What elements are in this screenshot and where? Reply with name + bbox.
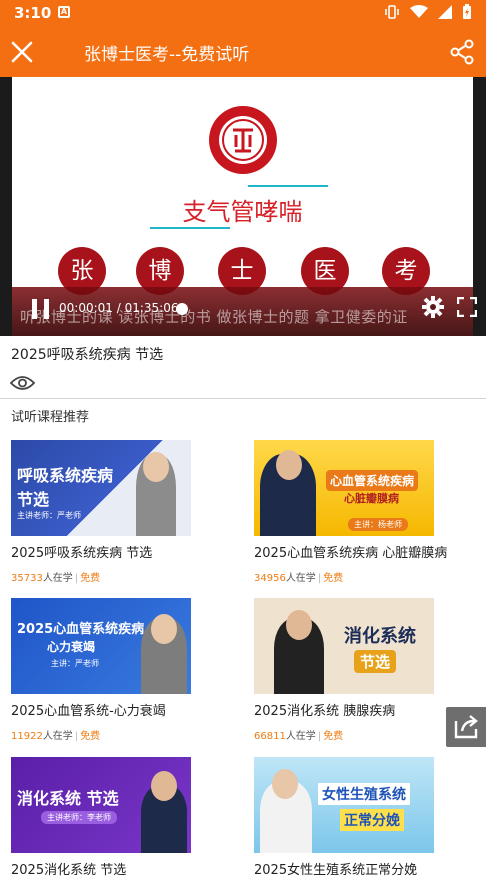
course-thumbnail: 消化系统 节选 bbox=[254, 598, 434, 694]
course-thumbnail: 消化系统 节选 主讲老师：李老师 bbox=[11, 757, 191, 853]
course-title: 2025呼吸系统疾病 节选 bbox=[11, 347, 164, 363]
thumb-title: 心血管系统疾病 bbox=[326, 470, 419, 491]
notification-icon: A bbox=[58, 6, 70, 18]
card-title: 2025消化系统 节选 bbox=[11, 863, 127, 878]
thumb-title: 消化系统 bbox=[344, 626, 416, 647]
external-share-button[interactable] bbox=[446, 707, 486, 747]
thumb-title: 2025心血管系统疾病 bbox=[17, 622, 145, 637]
app-bar: 张博士医考--免费试听 bbox=[0, 27, 486, 77]
teacher-face bbox=[276, 450, 302, 480]
page-title: 张博士医考--免费试听 bbox=[84, 45, 250, 65]
course-card[interactable]: 呼吸系统疾病 节选 主讲老师：严老师 2025呼吸系统疾病 节选 35733人在… bbox=[11, 440, 201, 584]
video-player[interactable]: 支气管哮喘 张 博 士 医 考 听张博士的课 读张博士的书 做张博士的题 拿卫健… bbox=[0, 77, 486, 336]
course-card[interactable]: 消化系统 节选 2025消化系统 胰腺疾病 66811人在学 | 免费 bbox=[254, 598, 444, 742]
playback-time: 00:00:01 / 01:35:06 bbox=[59, 301, 179, 315]
status-icons bbox=[384, 4, 472, 20]
course-card[interactable]: 心血管系统疾病 心脏瓣膜病 主讲：杨老师 2025心血管系统疾病 心脏瓣膜病 3… bbox=[254, 440, 448, 584]
course-thumbnail: 女性生殖系统 正常分娩 bbox=[254, 757, 434, 853]
fullscreen-icon[interactable] bbox=[457, 297, 477, 317]
free-badge: 免费 bbox=[323, 731, 344, 742]
card-title: 2025心血管系统-心力衰竭 bbox=[11, 704, 166, 719]
pause-icon[interactable] bbox=[32, 299, 50, 319]
learner-label: 人在学 bbox=[42, 573, 73, 584]
card-meta: 66811人在学 | 免费 bbox=[254, 731, 344, 742]
teacher-face bbox=[151, 771, 177, 801]
course-card[interactable]: 消化系统 节选 主讲老师：李老师 2025消化系统 节选 bbox=[11, 757, 201, 878]
card-meta: 11922人在学 | 免费 bbox=[11, 731, 101, 742]
course-thumbnail: 呼吸系统疾病 节选 主讲老师：严老师 bbox=[11, 440, 191, 536]
course-thumbnail: 心血管系统疾病 心脏瓣膜病 主讲：杨老师 bbox=[254, 440, 434, 536]
card-title: 2025女性生殖系统正常分娩 bbox=[254, 863, 418, 878]
learner-count: 11922 bbox=[11, 731, 43, 742]
signal-icon bbox=[438, 5, 452, 19]
card-title: 2025消化系统 胰腺疾病 bbox=[254, 704, 396, 719]
thumb-subtitle: 正常分娩 bbox=[340, 809, 404, 831]
status-time: 3:10 bbox=[14, 4, 52, 22]
learner-label: 人在学 bbox=[42, 731, 73, 742]
seek-handle[interactable] bbox=[176, 303, 188, 315]
brand-logo bbox=[209, 106, 277, 174]
learner-count: 34956 bbox=[254, 573, 286, 584]
card-title: 2025心血管系统疾病 心脏瓣膜病 bbox=[254, 546, 448, 561]
thumb-subtitle: 节选 bbox=[17, 490, 50, 509]
teacher-face bbox=[151, 614, 177, 644]
share-icon[interactable] bbox=[448, 38, 476, 66]
teacher-face bbox=[143, 452, 169, 482]
vibrate-icon bbox=[385, 5, 399, 19]
close-icon[interactable] bbox=[8, 38, 36, 66]
video-frame: 支气管哮喘 张 博 士 医 考 听张博士的课 读张博士的书 做张博士的题 拿卫健… bbox=[12, 77, 477, 336]
decorative-line bbox=[248, 185, 328, 187]
divider bbox=[0, 398, 486, 399]
thumb-subtitle: 心力衰竭 bbox=[47, 640, 96, 654]
thumb-teacher: 主讲老师：李老师 bbox=[41, 811, 117, 824]
free-badge: 免费 bbox=[80, 731, 101, 742]
thumb-teacher: 主讲老师：严老师 bbox=[17, 511, 81, 520]
learner-count: 35733 bbox=[11, 573, 43, 584]
card-title: 2025呼吸系统疾病 节选 bbox=[11, 546, 153, 561]
learner-label: 人在学 bbox=[285, 731, 316, 742]
thumb-teacher: 主讲：杨老师 bbox=[348, 518, 408, 531]
eye-icon[interactable] bbox=[10, 373, 35, 393]
learner-label: 人在学 bbox=[285, 573, 316, 584]
card-meta: 35733人在学 | 免费 bbox=[11, 573, 101, 584]
learner-count: 66811 bbox=[254, 731, 286, 742]
course-card[interactable]: 女性生殖系统 正常分娩 2025女性生殖系统正常分娩 bbox=[254, 757, 444, 878]
free-badge: 免费 bbox=[323, 573, 344, 584]
decorative-line bbox=[150, 227, 230, 229]
thumb-title: 消化系统 节选 bbox=[17, 789, 119, 808]
thumb-subtitle: 心脏瓣膜病 bbox=[344, 492, 399, 505]
status-bar: 3:10 A bbox=[0, 0, 486, 27]
section-title: 试听课程推荐 bbox=[11, 410, 90, 425]
free-badge: 免费 bbox=[80, 573, 101, 584]
external-share-icon bbox=[454, 715, 478, 739]
thumb-title: 呼吸系统疾病 bbox=[17, 466, 114, 485]
teacher-face bbox=[272, 769, 298, 799]
battery-icon bbox=[463, 4, 471, 19]
thumb-subtitle: 节选 bbox=[354, 650, 397, 673]
settings-icon[interactable] bbox=[422, 296, 444, 318]
teacher-face bbox=[286, 610, 312, 640]
wifi-icon bbox=[410, 5, 428, 18]
course-thumbnail: 2025心血管系统疾病 心力衰竭 主讲：严老师 bbox=[11, 598, 191, 694]
thumb-title: 女性生殖系统 bbox=[318, 783, 410, 805]
card-meta: 34956人在学 | 免费 bbox=[254, 573, 344, 584]
video-subject: 支气管哮喘 bbox=[182, 198, 303, 226]
thumb-teacher: 主讲：严老师 bbox=[51, 659, 99, 668]
course-card[interactable]: 2025心血管系统疾病 心力衰竭 主讲：严老师 2025心血管系统-心力衰竭 1… bbox=[11, 598, 201, 742]
